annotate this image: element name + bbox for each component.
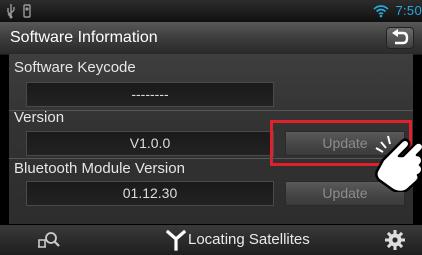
divider [9, 110, 413, 111]
bottom-bar: Locating Satellites [0, 225, 422, 255]
usb-icon [6, 3, 16, 19]
title-bar: Software Information [0, 22, 422, 55]
hand-pointer-icon [375, 135, 422, 192]
keycode-field: -------- [26, 82, 274, 107]
page-title: Software Information [10, 29, 158, 46]
settings-button[interactable] [372, 228, 418, 252]
search-button[interactable] [28, 228, 74, 252]
wifi-icon [373, 3, 389, 19]
divider [9, 158, 413, 159]
version-field: V1.0.0 [26, 131, 274, 156]
back-icon [392, 29, 409, 45]
gps-antenna-icon [166, 229, 186, 251]
gear-icon [385, 230, 405, 250]
status-bar: 7:50 [0, 0, 422, 22]
phone-icon [22, 3, 32, 19]
gps-status: Locating Satellites [188, 231, 310, 248]
search-icon [38, 232, 60, 248]
keycode-label: Software Keycode [14, 59, 136, 76]
bluetooth-version-label: Bluetooth Module Version [14, 160, 185, 177]
version-label: Version [14, 109, 65, 126]
screen: 7:50 Software Information Software Keyco… [0, 0, 422, 255]
bluetooth-version-field: 01.12.30 [26, 181, 274, 206]
back-button[interactable] [386, 27, 414, 49]
clock-time: 7:50 [395, 3, 422, 18]
